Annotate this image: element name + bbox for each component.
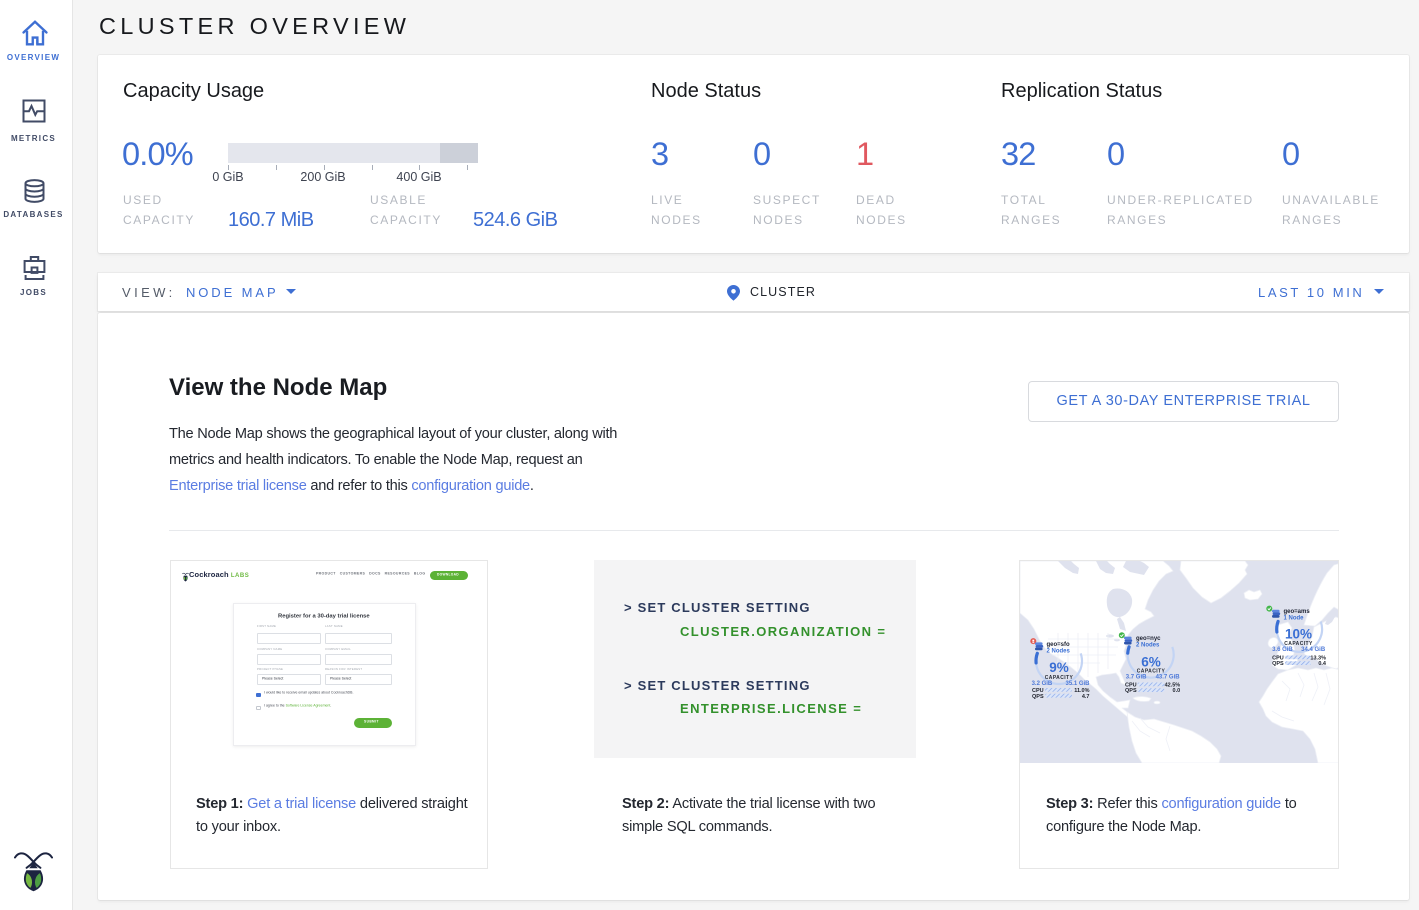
svg-text:QPS: QPS: [1032, 694, 1044, 700]
svg-text:6%: 6%: [1141, 655, 1161, 670]
svg-text:3.7 GiB: 3.7 GiB: [1126, 675, 1147, 681]
svg-text:3.2 GiB: 3.2 GiB: [1032, 681, 1053, 687]
svg-text:9%: 9%: [1049, 660, 1069, 675]
svg-text:2 Nodes: 2 Nodes: [1047, 649, 1071, 655]
svg-text:43.7 GiB: 43.7 GiB: [1156, 675, 1181, 681]
svg-text:QPS: QPS: [1272, 661, 1284, 667]
svg-text:0.4: 0.4: [1318, 661, 1327, 667]
svg-text:QPS: QPS: [1125, 688, 1137, 694]
svg-text:34.4 GiB: 34.4 GiB: [1301, 647, 1326, 653]
svg-text:CAPACITY: CAPACITY: [1045, 675, 1074, 681]
svg-text:2 Nodes: 2 Nodes: [1136, 643, 1160, 649]
svg-text:10%: 10%: [1285, 626, 1312, 641]
svg-text:1 Node: 1 Node: [1284, 616, 1305, 622]
svg-text:0.0: 0.0: [1173, 688, 1181, 694]
svg-text:3.6 GiB: 3.6 GiB: [1272, 647, 1293, 653]
svg-text:geo=ams: geo=ams: [1284, 609, 1311, 615]
svg-text:35.1 GiB: 35.1 GiB: [1065, 681, 1090, 687]
svg-text:geo=nyc: geo=nyc: [1136, 636, 1161, 642]
svg-text:geo=sfo: geo=sfo: [1047, 642, 1071, 648]
svg-text:4.7: 4.7: [1082, 694, 1090, 700]
